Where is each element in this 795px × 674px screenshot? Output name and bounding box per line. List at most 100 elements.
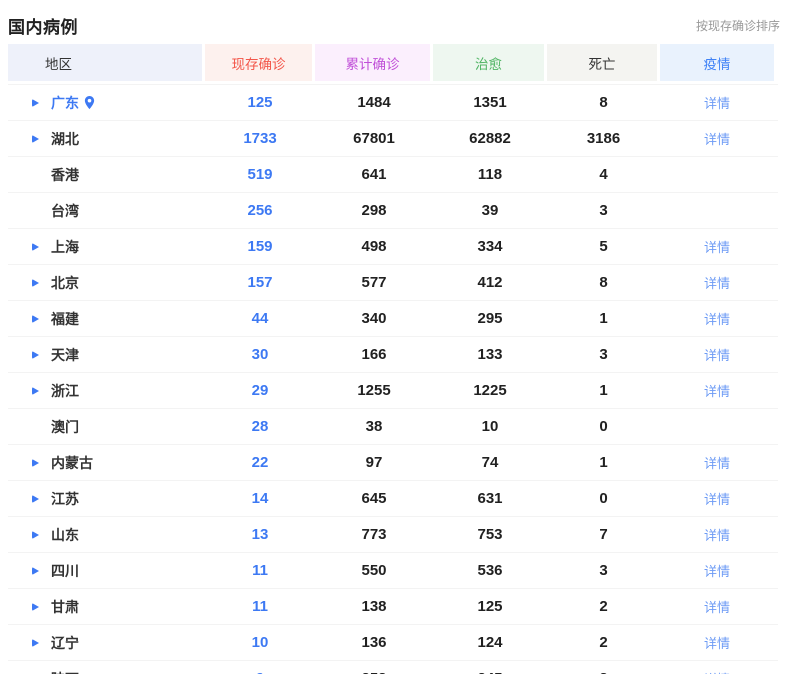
table-row: 福建 44 340 295 1 详情 xyxy=(8,301,778,337)
deaths-value: 1 xyxy=(547,454,660,471)
location-pin-icon xyxy=(82,95,97,110)
detail-link[interactable]: 详情 xyxy=(704,492,730,507)
detail-link[interactable]: 详情 xyxy=(704,240,730,255)
cumulative-confirmed-value: 253 xyxy=(315,670,433,674)
region-name[interactable]: 内蒙古 xyxy=(51,453,93,473)
current-confirmed-value: 1733 xyxy=(205,130,315,147)
table-row: 山东 13 773 753 7 详情 xyxy=(8,517,778,553)
region-name[interactable]: 广东 xyxy=(51,93,79,113)
region-name[interactable]: 陕西 xyxy=(51,669,79,674)
detail-cell: 详情 xyxy=(660,93,774,113)
region-cell: 香港 xyxy=(8,165,205,185)
region-name[interactable]: 浙江 xyxy=(51,381,79,401)
current-confirmed-value: 11 xyxy=(205,598,315,615)
detail-link[interactable]: 详情 xyxy=(704,528,730,543)
column-header-epidemic: 疫情 xyxy=(660,44,774,81)
expand-arrow-icon[interactable] xyxy=(32,387,39,395)
region-name[interactable]: 澳门 xyxy=(51,417,79,437)
current-confirmed-value: 256 xyxy=(205,202,315,219)
column-header-region: 地区 xyxy=(8,44,205,81)
detail-cell: 详情 xyxy=(660,345,774,365)
cases-table: 地区 现存确诊 累计确诊 治愈 死亡 疫情 广东 125 1484 1351 8… xyxy=(8,44,778,674)
expand-arrow-icon[interactable] xyxy=(32,99,39,107)
detail-link[interactable]: 详情 xyxy=(704,132,730,147)
table-row: 浙江 29 1255 1225 1 详情 xyxy=(8,373,778,409)
region-name[interactable]: 香港 xyxy=(51,165,79,185)
region-name[interactable]: 台湾 xyxy=(51,201,79,221)
expand-arrow-icon[interactable] xyxy=(32,567,39,575)
region-cell: 四川 xyxy=(8,561,205,581)
expand-arrow-icon[interactable] xyxy=(32,279,39,287)
current-confirmed-value: 44 xyxy=(205,310,315,327)
detail-link[interactable]: 详情 xyxy=(704,564,730,579)
deaths-value: 5 xyxy=(547,238,660,255)
region-name[interactable]: 湖北 xyxy=(51,129,79,149)
detail-link[interactable]: 详情 xyxy=(704,456,730,471)
region-name[interactable]: 江苏 xyxy=(51,489,79,509)
expand-arrow-icon[interactable] xyxy=(32,603,39,611)
cured-value: 124 xyxy=(433,634,547,651)
cured-value: 133 xyxy=(433,346,547,363)
region-cell: 陕西 xyxy=(8,669,205,674)
table-row: 香港 519 641 118 4 xyxy=(8,157,778,193)
deaths-value: 3 xyxy=(547,562,660,579)
cured-value: 1225 xyxy=(433,382,547,399)
column-header-cured[interactable]: 治愈 xyxy=(433,44,547,81)
column-header-current-confirmed[interactable]: 现存确诊 xyxy=(205,44,315,81)
table-header-row: 地区 现存确诊 累计确诊 治愈 死亡 疫情 xyxy=(8,44,778,81)
expand-arrow-icon[interactable] xyxy=(32,639,39,647)
deaths-value: 2 xyxy=(547,598,660,615)
table-row: 台湾 256 298 39 3 xyxy=(8,193,778,229)
current-confirmed-value: 159 xyxy=(205,238,315,255)
detail-cell: 详情 xyxy=(660,489,774,509)
current-confirmed-value: 28 xyxy=(205,418,315,435)
detail-link[interactable]: 详情 xyxy=(704,312,730,327)
expand-arrow-icon[interactable] xyxy=(32,351,39,359)
column-header-deaths[interactable]: 死亡 xyxy=(547,44,660,81)
detail-link[interactable]: 详情 xyxy=(704,600,730,615)
expand-arrow-icon[interactable] xyxy=(32,243,39,251)
expand-arrow-icon[interactable] xyxy=(32,495,39,503)
table-row: 上海 159 498 334 5 详情 xyxy=(8,229,778,265)
detail-cell: 详情 xyxy=(660,381,774,401)
detail-link[interactable]: 详情 xyxy=(704,636,730,651)
detail-cell: 详情 xyxy=(660,309,774,329)
current-confirmed-value: 11 xyxy=(205,562,315,579)
region-name[interactable]: 上海 xyxy=(51,237,79,257)
column-header-cumulative-confirmed[interactable]: 累计确诊 xyxy=(315,44,433,81)
table-row: 江苏 14 645 631 0 详情 xyxy=(8,481,778,517)
cumulative-confirmed-value: 38 xyxy=(315,418,433,435)
cured-value: 125 xyxy=(433,598,547,615)
cured-value: 631 xyxy=(433,490,547,507)
detail-cell: 详情 xyxy=(660,237,774,257)
expand-arrow-icon[interactable] xyxy=(32,315,39,323)
table-row: 甘肃 11 138 125 2 详情 xyxy=(8,589,778,625)
region-name[interactable]: 福建 xyxy=(51,309,79,329)
deaths-value: 8 xyxy=(547,274,660,291)
detail-link[interactable]: 详情 xyxy=(704,96,730,111)
cumulative-confirmed-value: 97 xyxy=(315,454,433,471)
current-confirmed-value: 22 xyxy=(205,454,315,471)
region-name[interactable]: 甘肃 xyxy=(51,597,79,617)
expand-arrow-icon[interactable] xyxy=(32,459,39,467)
region-name[interactable]: 山东 xyxy=(51,525,79,545)
cured-value: 245 xyxy=(433,670,547,674)
detail-link[interactable]: 详情 xyxy=(704,384,730,399)
expand-arrow-icon[interactable] xyxy=(32,135,39,143)
region-cell: 澳门 xyxy=(8,417,205,437)
cumulative-confirmed-value: 773 xyxy=(315,526,433,543)
region-name[interactable]: 北京 xyxy=(51,273,79,293)
detail-link[interactable]: 详情 xyxy=(704,276,730,291)
detail-link[interactable]: 详情 xyxy=(704,348,730,363)
region-name[interactable]: 辽宁 xyxy=(51,633,79,653)
cumulative-confirmed-value: 166 xyxy=(315,346,433,363)
cured-value: 295 xyxy=(433,310,547,327)
expand-arrow-icon[interactable] xyxy=(32,531,39,539)
deaths-value: 2 xyxy=(547,634,660,651)
table-row: 广东 125 1484 1351 8 详情 xyxy=(8,85,778,121)
deaths-value: 4 xyxy=(547,166,660,183)
current-confirmed-value: 9 xyxy=(205,670,315,674)
region-name[interactable]: 天津 xyxy=(51,345,79,365)
sort-order-label[interactable]: 按现存确诊排序 xyxy=(696,17,780,34)
region-name[interactable]: 四川 xyxy=(51,561,79,581)
